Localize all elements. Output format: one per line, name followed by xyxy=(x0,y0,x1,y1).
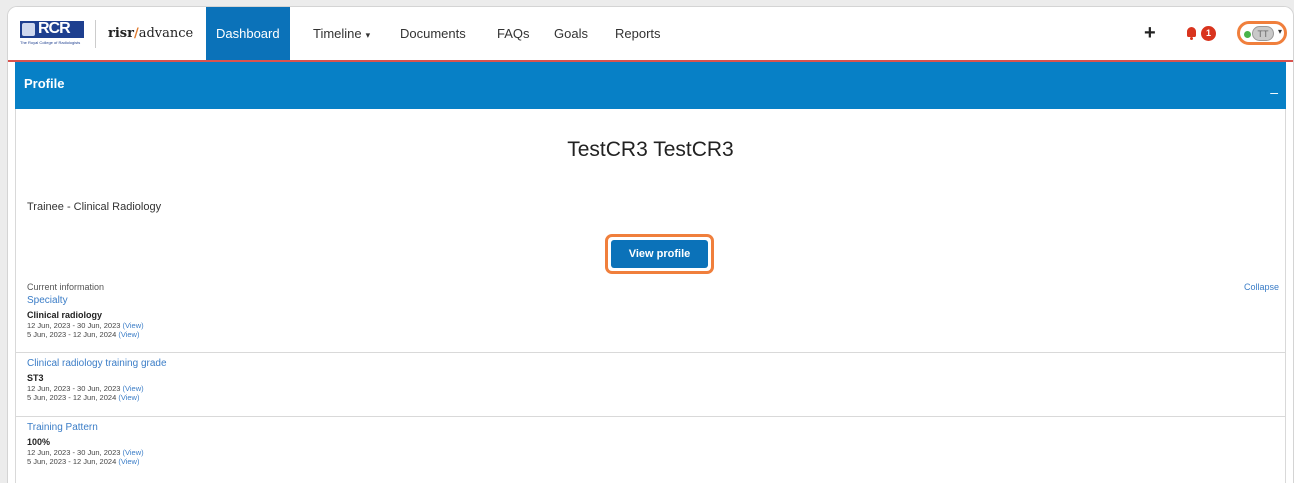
rcr-logo[interactable]: RCR The Royal College of Radiologists xyxy=(20,20,84,47)
nav-timeline[interactable]: Timeline ▾ xyxy=(303,7,380,60)
date-range: 5 Jun, 2023 - 12 Jun, 2024 xyxy=(27,393,117,402)
profile-panel-header: Profile – xyxy=(15,62,1286,109)
date-range: 5 Jun, 2023 - 12 Jun, 2024 xyxy=(27,457,117,466)
nav-dashboard[interactable]: Dashboard xyxy=(206,7,290,60)
view-profile-highlight: View profile xyxy=(605,234,714,274)
chevron-down-icon: ▾ xyxy=(1278,27,1283,36)
online-status-icon xyxy=(1244,31,1251,38)
info-title[interactable]: Training Pattern xyxy=(27,422,1285,434)
view-link[interactable]: (View) xyxy=(118,393,139,402)
info-section-specialty: Specialty Clinical radiology 12 Jun, 202… xyxy=(16,295,1285,339)
nav-faqs-label: FAQs xyxy=(497,26,530,41)
info-date: 12 Jun, 2023 - 30 Jun, 2023 (View) xyxy=(27,448,1285,457)
nav-goals[interactable]: Goals xyxy=(544,7,598,60)
user-name: TestCR3 TestCR3 xyxy=(567,138,734,161)
view-profile-button[interactable]: View profile xyxy=(611,240,708,268)
brand-part1: risr xyxy=(108,26,134,41)
date-range: 12 Jun, 2023 - 30 Jun, 2023 xyxy=(27,384,121,393)
info-date: 12 Jun, 2023 - 30 Jun, 2023 (View) xyxy=(27,384,1285,393)
nav-documents-label: Documents xyxy=(400,26,466,41)
brand-part2: advance xyxy=(138,26,194,41)
view-link[interactable]: (View) xyxy=(123,321,144,330)
crest-icon xyxy=(22,23,35,36)
plus-icon[interactable]: + xyxy=(1144,22,1156,45)
top-navbar: RCR The Royal College of Radiologists ri… xyxy=(8,7,1293,62)
nav-reports[interactable]: Reports xyxy=(605,7,671,60)
logo-text: RCR xyxy=(38,20,71,37)
info-date: 5 Jun, 2023 - 12 Jun, 2024 (View) xyxy=(27,457,1285,466)
risr-advance-brand[interactable]: risr/advance xyxy=(108,26,193,41)
minimize-icon[interactable]: – xyxy=(1270,84,1278,100)
nav-faqs[interactable]: FAQs xyxy=(487,7,540,60)
nav-goals-label: Goals xyxy=(554,26,588,41)
view-link[interactable]: (View) xyxy=(123,448,144,457)
info-value: Clinical radiology xyxy=(27,310,103,320)
user-role: Trainee - Clinical Radiology xyxy=(27,201,162,213)
info-date: 12 Jun, 2023 - 30 Jun, 2023 (View) xyxy=(27,321,1285,330)
bell-icon[interactable] xyxy=(1187,27,1196,40)
chevron-down-icon: ▾ xyxy=(365,30,371,40)
user-menu-button[interactable]: TT ▾ xyxy=(1237,21,1287,45)
nav-reports-label: Reports xyxy=(615,26,661,41)
profile-panel-body: TestCR3 TestCR3 Trainee - Clinical Radio… xyxy=(15,109,1286,483)
nav-timeline-label: Timeline xyxy=(313,26,362,41)
view-link[interactable]: (View) xyxy=(118,457,139,466)
current-information-label: Current information xyxy=(27,282,105,292)
date-range: 12 Jun, 2023 - 30 Jun, 2023 xyxy=(27,448,121,457)
panel-title: Profile xyxy=(24,76,65,91)
browser-window: RCR The Royal College of Radiologists ri… xyxy=(7,6,1294,483)
notification-badge[interactable]: 1 xyxy=(1201,26,1216,41)
view-link[interactable]: (View) xyxy=(123,384,144,393)
info-title[interactable]: Specialty xyxy=(27,295,1285,307)
date-range: 5 Jun, 2023 - 12 Jun, 2024 xyxy=(27,330,117,339)
info-value: 100% xyxy=(27,437,51,447)
info-value: ST3 xyxy=(27,373,44,383)
info-date: 5 Jun, 2023 - 12 Jun, 2024 (View) xyxy=(27,393,1285,402)
date-range: 12 Jun, 2023 - 30 Jun, 2023 xyxy=(27,321,121,330)
avatar: TT xyxy=(1252,26,1274,41)
nav-dashboard-label: Dashboard xyxy=(216,26,280,41)
info-section-training-pattern: Training Pattern 100% 12 Jun, 2023 - 30 … xyxy=(16,416,1285,466)
view-link[interactable]: (View) xyxy=(118,330,139,339)
brand-divider xyxy=(95,20,96,48)
nav-documents[interactable]: Documents xyxy=(390,7,476,60)
logo-subtitle: The Royal College of Radiologists xyxy=(20,40,81,45)
collapse-link[interactable]: Collapse xyxy=(1244,282,1279,292)
logo-box: RCR xyxy=(20,20,84,38)
info-title[interactable]: Clinical radiology training grade xyxy=(27,358,1285,370)
info-section-training-grade: Clinical radiology training grade ST3 12… xyxy=(16,352,1285,402)
info-date: 5 Jun, 2023 - 12 Jun, 2024 (View) xyxy=(27,330,1285,339)
